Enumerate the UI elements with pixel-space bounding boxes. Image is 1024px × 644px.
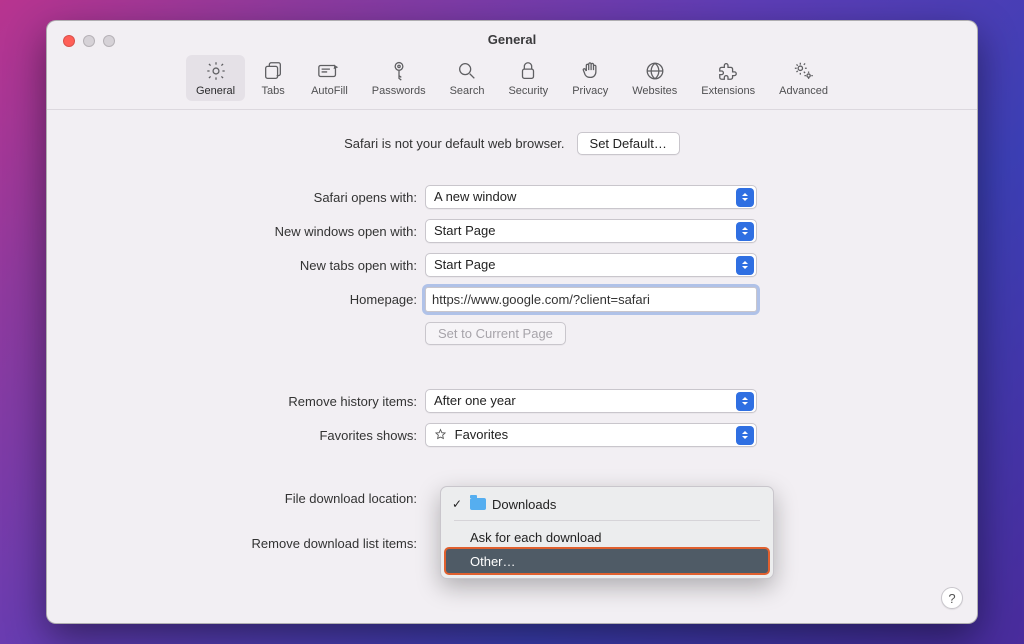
tab-general[interactable]: General	[186, 55, 245, 101]
folder-icon	[470, 498, 486, 510]
tab-passwords[interactable]: Passwords	[362, 55, 436, 101]
select-opens-with[interactable]: A new window	[425, 185, 757, 209]
menu-item-label: Downloads	[492, 497, 556, 512]
menu-item-other[interactable]: Other…	[446, 549, 768, 573]
checkmark-icon: ✓	[452, 497, 462, 511]
select-value: Favorites	[455, 427, 508, 442]
help-button[interactable]: ?	[941, 587, 963, 609]
tab-advanced[interactable]: Advanced	[769, 55, 838, 101]
tabs-icon	[262, 59, 284, 83]
close-window-button[interactable]	[63, 35, 75, 47]
window-controls	[63, 35, 115, 47]
label-favorites: Favorites shows:	[77, 428, 417, 443]
select-new-tabs[interactable]: Start Page	[425, 253, 757, 277]
stepper-arrows-icon	[736, 256, 754, 275]
label-new-windows: New windows open with:	[77, 224, 417, 239]
tab-websites[interactable]: Websites	[622, 55, 687, 101]
select-value: After one year	[434, 393, 516, 408]
minimize-window-button[interactable]	[83, 35, 95, 47]
default-browser-message: Safari is not your default web browser.	[344, 136, 564, 151]
tab-label: Search	[450, 85, 485, 97]
stepper-arrows-icon	[736, 392, 754, 411]
gear-icon	[205, 59, 227, 83]
set-current-page-button[interactable]: Set to Current Page	[425, 322, 566, 345]
label-new-tabs: New tabs open with:	[77, 258, 417, 273]
menu-item-label: Other…	[470, 554, 516, 569]
select-remove-history[interactable]: After one year	[425, 389, 757, 413]
tab-label: Passwords	[372, 85, 426, 97]
menu-item-label: Ask for each download	[470, 530, 602, 545]
help-icon: ?	[948, 591, 955, 606]
search-icon	[456, 59, 478, 83]
menu-item-downloads[interactable]: ✓ Downloads	[446, 492, 768, 516]
general-pane: Safari is not your default web browser. …	[47, 110, 977, 644]
window-title: General	[47, 21, 977, 47]
select-value: Start Page	[434, 223, 495, 238]
gears-icon	[792, 59, 816, 83]
zoom-window-button[interactable]	[103, 35, 115, 47]
tab-label: Extensions	[701, 85, 755, 97]
homepage-field[interactable]	[425, 287, 757, 312]
tab-label: General	[196, 85, 235, 97]
tab-privacy[interactable]: Privacy	[562, 55, 618, 101]
label-opens-with: Safari opens with:	[77, 190, 417, 205]
tab-label: AutoFill	[311, 85, 348, 97]
tab-label: Security	[508, 85, 548, 97]
tab-security[interactable]: Security	[498, 55, 558, 101]
tab-extensions[interactable]: Extensions	[691, 55, 765, 101]
stepper-arrows-icon	[736, 222, 754, 241]
stepper-arrows-icon	[736, 426, 754, 445]
preferences-toolbar: General Tabs AutoFill Passwords Search	[47, 49, 977, 109]
set-default-button[interactable]: Set Default…	[577, 132, 680, 155]
preferences-window: General General Tabs AutoFill Passwords	[46, 20, 978, 624]
select-new-windows[interactable]: Start Page	[425, 219, 757, 243]
titlebar: General	[47, 21, 977, 49]
label-remove-history: Remove history items:	[77, 394, 417, 409]
globe-icon	[644, 59, 666, 83]
key-icon	[389, 59, 409, 83]
label-remove-downloads: Remove download list items:	[77, 536, 417, 551]
select-value: Start Page	[434, 257, 495, 272]
tab-label: Advanced	[779, 85, 828, 97]
default-browser-row: Safari is not your default web browser. …	[77, 132, 947, 155]
autofill-icon	[317, 59, 341, 83]
tab-search[interactable]: Search	[440, 55, 495, 101]
tab-label: Websites	[632, 85, 677, 97]
menu-separator	[454, 520, 760, 521]
select-favorites[interactable]: Favorites	[425, 423, 757, 447]
hand-icon	[580, 59, 600, 83]
lock-icon	[518, 59, 538, 83]
stepper-arrows-icon	[736, 188, 754, 207]
select-value: A new window	[434, 189, 516, 204]
menu-item-ask[interactable]: Ask for each download	[446, 525, 768, 549]
star-icon	[434, 426, 447, 448]
puzzle-icon	[717, 59, 739, 83]
label-download-location: File download location:	[77, 491, 417, 506]
tab-tabs[interactable]: Tabs	[249, 55, 297, 101]
label-homepage: Homepage:	[77, 292, 417, 307]
tab-autofill[interactable]: AutoFill	[301, 55, 358, 101]
tab-label: Privacy	[572, 85, 608, 97]
tab-label: Tabs	[261, 85, 284, 97]
download-location-menu[interactable]: ✓ Downloads Ask for each download Other…	[440, 486, 774, 579]
